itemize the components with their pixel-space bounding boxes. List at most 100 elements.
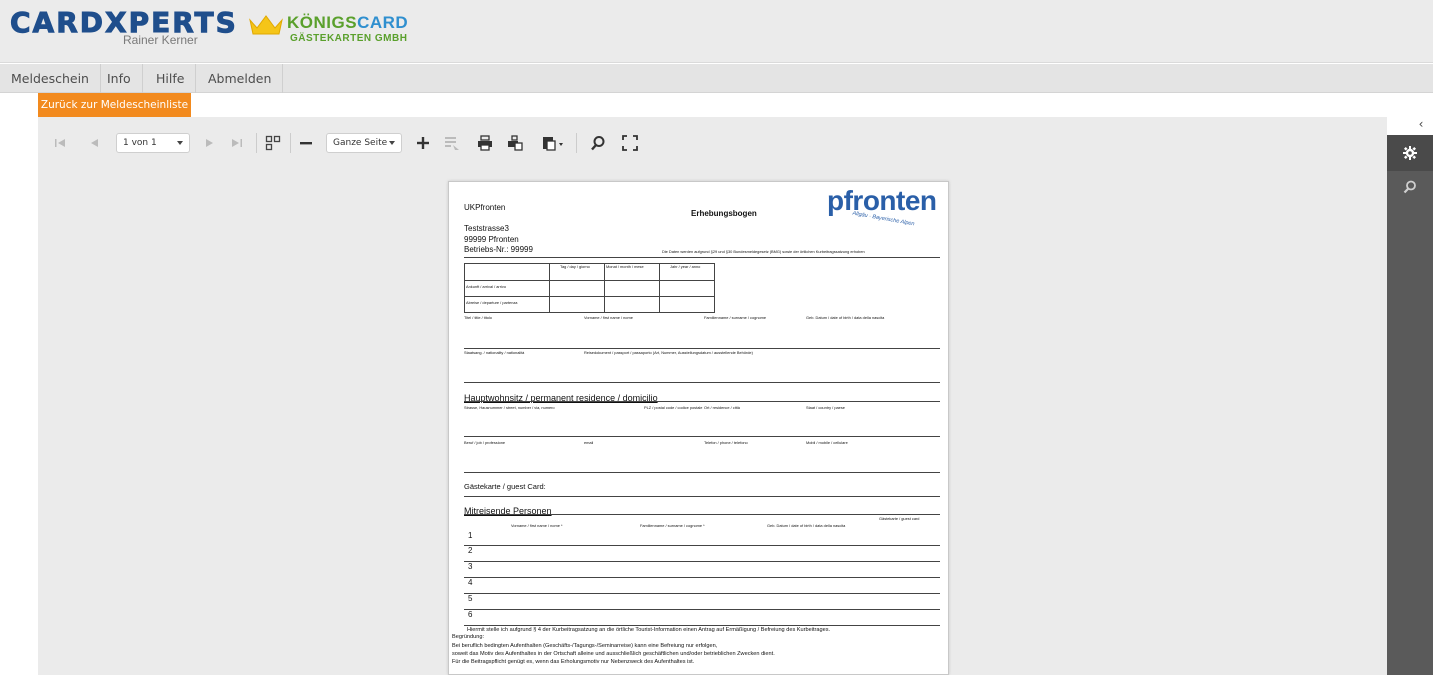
chevron-down-icon: [177, 141, 183, 145]
companion-number: 4: [468, 578, 473, 587]
document-page: UKPfronten Teststrasse3 99999 Pfronten B…: [448, 181, 949, 675]
minus-icon: [300, 142, 312, 145]
zoom-out-button[interactable]: [295, 124, 317, 162]
field-phone: Telefon / phone / telefono: [704, 440, 748, 445]
multipage-view-button[interactable]: [261, 124, 285, 162]
app-header: CARDXPERTS Rainer Kerner KÖNIGSCARD GÄST…: [0, 0, 1433, 63]
print-page-button[interactable]: [504, 124, 526, 162]
side-search-button[interactable]: [1387, 171, 1433, 203]
field-street: Strasse, Hausnummer / street, number / v…: [464, 405, 555, 410]
companion-col-surname: Familienname / surname / cognome *: [640, 523, 705, 528]
next-page-button[interactable]: [200, 124, 220, 162]
page-select[interactable]: 1 von 1: [116, 133, 190, 153]
pfronten-logo: pfronten: [827, 185, 937, 216]
date-col-year: Jahr / year / anno: [670, 264, 701, 269]
field-job: Beruf / job / professione: [464, 440, 506, 445]
menu-item-hilfe[interactable]: Hilfe: [145, 64, 197, 93]
settings-button[interactable]: [1387, 135, 1433, 171]
koenigscard-logo-b: CARD: [357, 13, 409, 32]
menu-item-meldeschein[interactable]: Meldeschein: [0, 64, 101, 93]
field-surname: Familienname / surname / cognome: [704, 315, 767, 320]
first-page-button[interactable]: [50, 124, 70, 162]
multipage-icon: [265, 135, 281, 151]
prev-page-button[interactable]: [84, 124, 104, 162]
companion-number: 1: [468, 531, 473, 540]
footer-line: Hiermit stelle ich aufgrund § 4 der Kurb…: [467, 627, 831, 633]
main-menu: Meldeschein Info Hilfe Abmelden: [0, 64, 1433, 93]
print-button[interactable]: [474, 124, 496, 162]
business-number: Betriebs-Nr.: 99999: [464, 245, 533, 254]
field-mobile: Mobil / mobile / cellulare: [806, 440, 848, 445]
divider: [464, 496, 940, 497]
toolbar-separator: [576, 133, 577, 153]
export-icon: [543, 137, 563, 151]
koenigscard-logo-a: KÖNIGS: [287, 13, 358, 32]
divider: [464, 436, 940, 437]
page-select-value: 1 von 1: [123, 138, 157, 148]
crown-icon: [249, 15, 283, 35]
edit-document-icon: [445, 137, 459, 150]
back-to-list-button[interactable]: Zurück zur Meldescheinliste: [38, 93, 191, 117]
search-button[interactable]: [587, 124, 609, 162]
zoom-select[interactable]: Ganze Seite: [326, 133, 402, 153]
koenigscard-logo[interactable]: KÖNIGSCARD: [287, 13, 408, 33]
companion-col-birth-date: Geb. Datum / date of birth / data della …: [767, 523, 846, 528]
field-postal-code: PLZ / postal code / codice postale: [644, 405, 703, 410]
field-email: email: [584, 440, 594, 445]
companion-col-guest-card: Gästekarte / guest card: [879, 516, 920, 521]
gear-icon: [1403, 146, 1417, 160]
field-title: Titel / title / titolo: [464, 315, 492, 320]
app-root: CARDXPERTS Rainer Kerner KÖNIGSCARD GÄST…: [0, 0, 1433, 675]
prev-page-icon: [91, 139, 98, 147]
sender-city: 99999 Pfronten: [464, 235, 519, 244]
field-passport: Reisedokument / passport / passaporto (A…: [584, 350, 753, 355]
editor-button[interactable]: [441, 124, 463, 162]
export-button[interactable]: [538, 124, 568, 162]
document-title: Erhebungsbogen: [691, 209, 757, 218]
first-page-icon: [55, 139, 65, 147]
footer-line: Bei beruflich bedingten Aufenthalten (Ge…: [452, 643, 718, 649]
plus-icon: [417, 137, 429, 149]
date-col-month: Monat / month / mese: [606, 264, 644, 269]
zoom-in-button[interactable]: [412, 124, 434, 162]
footer-line: Begründung:: [452, 634, 485, 640]
date-row-departure: Abreise / departure / partenza: [466, 300, 518, 305]
print-page-icon: [508, 135, 523, 151]
date-row-arrival: Ankunft / arrival / arrivo: [466, 284, 507, 289]
divider: [464, 401, 940, 402]
divider: [464, 348, 940, 349]
koenigscard-subtitle: GÄSTEKARTEN GMBH: [290, 33, 408, 44]
cardxperts-logo-subtitle: Rainer Kerner: [123, 33, 198, 47]
divider: [464, 514, 940, 515]
field-birth-date: Geb. Datum / date of birth / data della …: [806, 315, 885, 320]
divider: [464, 382, 940, 383]
last-page-icon: [232, 139, 242, 147]
field-residence: Ort / residence / città: [704, 405, 740, 410]
menu-item-abmelden[interactable]: Abmelden: [197, 64, 284, 93]
search-icon: [1403, 180, 1416, 194]
date-col-day: Tag / day / giorno: [560, 264, 590, 269]
divider: [464, 472, 940, 473]
field-first-name: Vorname / first name / nome: [584, 315, 633, 320]
fullscreen-button[interactable]: [619, 124, 641, 162]
field-country: Staat / country / paese: [806, 405, 845, 410]
menu-item-info[interactable]: Info: [96, 64, 143, 93]
companion-col-first-name: Vorname / first name / nome *: [511, 523, 563, 528]
viewer-toolbar: 1 von 1 Ganze Seite: [38, 124, 1378, 162]
toolbar-separator: [256, 133, 257, 153]
fullscreen-icon: [622, 135, 638, 151]
next-page-icon: [206, 139, 213, 147]
footer-line: Für die Beitragspflicht genügt es, wenn …: [452, 659, 695, 665]
field-nationality: Staatsang. / nationality / nationalità: [464, 350, 525, 355]
sender-street: Teststrasse3: [464, 224, 509, 233]
sender-name: UKPfronten: [464, 203, 506, 212]
toolbar-separator: [290, 133, 291, 153]
last-page-button[interactable]: [227, 124, 247, 162]
guest-card-label: Gästekarte / guest Card:: [464, 482, 546, 491]
legal-note: Die Daten werden aufgrund §29 und §30 Bu…: [662, 249, 865, 254]
footer-line: soweit das Motiv des Aufenthaltes in der…: [452, 651, 775, 657]
companion-number: 5: [468, 594, 473, 603]
print-icon: [478, 135, 492, 151]
search-icon: [591, 136, 605, 151]
collapse-panel-chevron-icon[interactable]: ‹: [1414, 117, 1428, 131]
